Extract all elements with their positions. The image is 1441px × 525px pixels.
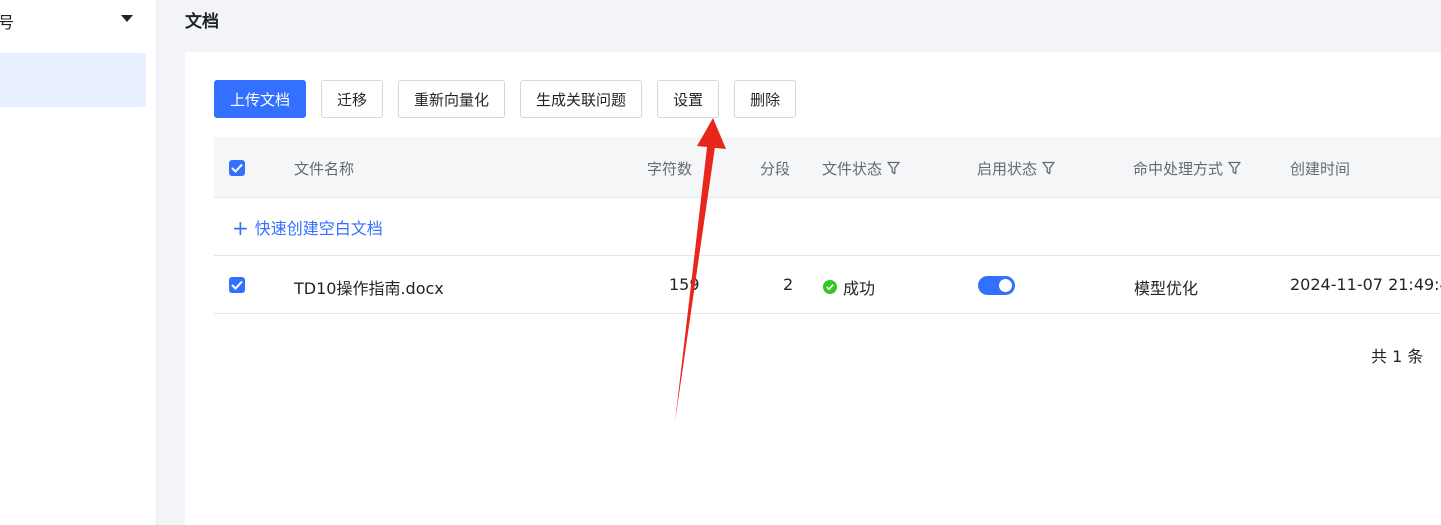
plus-icon: + (232, 216, 249, 240)
column-header-enable-status-label: 启用状态 (977, 160, 1038, 178)
page-title: 文档 (185, 12, 219, 32)
toolbar: 上传文档 迁移 重新向量化 生成关联问题 设置 删除 (214, 80, 811, 118)
sidebar-selector[interactable]: 号 (0, 0, 156, 40)
check-circle-icon (823, 280, 837, 294)
column-header-segments: 分段 (760, 160, 791, 178)
table-header: 文件名称 字符数 分段 文件状态 启用状态 命中处理方式 创建时间 (214, 138, 1441, 198)
sidebar: 号 (0, 0, 157, 525)
column-header-created: 创建时间 (1290, 160, 1351, 178)
row-checkbox[interactable] (229, 277, 245, 293)
quick-create-row: + 快速创建空白文档 (214, 197, 1441, 256)
pagination-total: 共 1 条 (1371, 347, 1424, 366)
file-status: 成功 (823, 275, 875, 299)
column-header-chars: 字符数 (647, 160, 693, 178)
column-header-enable-status: 启用状态 (977, 158, 1055, 179)
migrate-button[interactable]: 迁移 (321, 80, 384, 118)
filter-icon[interactable] (1042, 161, 1055, 175)
enable-toggle[interactable] (978, 276, 1015, 295)
column-header-file-status-label: 文件状态 (822, 160, 883, 178)
checkbox-checked-icon (231, 280, 243, 290)
sidebar-item-active[interactable] (0, 53, 146, 107)
delete-button[interactable]: 删除 (734, 80, 797, 118)
generate-questions-button[interactable]: 生成关联问题 (520, 80, 643, 118)
file-name[interactable]: TD10操作指南.docx (294, 275, 444, 299)
toggle-knob (999, 279, 1012, 292)
settings-button[interactable]: 设置 (657, 80, 720, 118)
segment-count: 2 (783, 275, 794, 294)
filter-icon[interactable] (887, 161, 900, 175)
select-all-checkbox[interactable] (229, 160, 245, 176)
table-row[interactable]: TD10操作指南.docx 159 2 成功 模型优化 2024-11-07 2… (214, 256, 1441, 314)
checkbox-checked-icon (231, 163, 243, 173)
quick-create-link[interactable]: + 快速创建空白文档 (232, 215, 383, 240)
sidebar-selector-label: 号 (0, 13, 15, 32)
filter-icon[interactable] (1228, 161, 1241, 175)
char-count: 159 (669, 275, 700, 294)
column-header-name: 文件名称 (294, 160, 355, 178)
revectorize-button[interactable]: 重新向量化 (398, 80, 506, 118)
document-panel: 上传文档 迁移 重新向量化 生成关联问题 设置 删除 文件名称 字符数 分段 文… (185, 52, 1441, 525)
hit-handling: 模型优化 (1134, 279, 1199, 298)
upload-document-button[interactable]: 上传文档 (214, 80, 307, 118)
chevron-down-icon[interactable] (121, 15, 133, 22)
column-header-hit-handling: 命中处理方式 (1133, 158, 1241, 179)
created-time: 2024-11-07 21:49:4 (1290, 275, 1441, 294)
quick-create-label: 快速创建空白文档 (254, 219, 383, 238)
file-status-label: 成功 (843, 279, 876, 298)
column-header-hit-handling-label: 命中处理方式 (1133, 160, 1224, 178)
column-header-file-status: 文件状态 (822, 158, 900, 179)
